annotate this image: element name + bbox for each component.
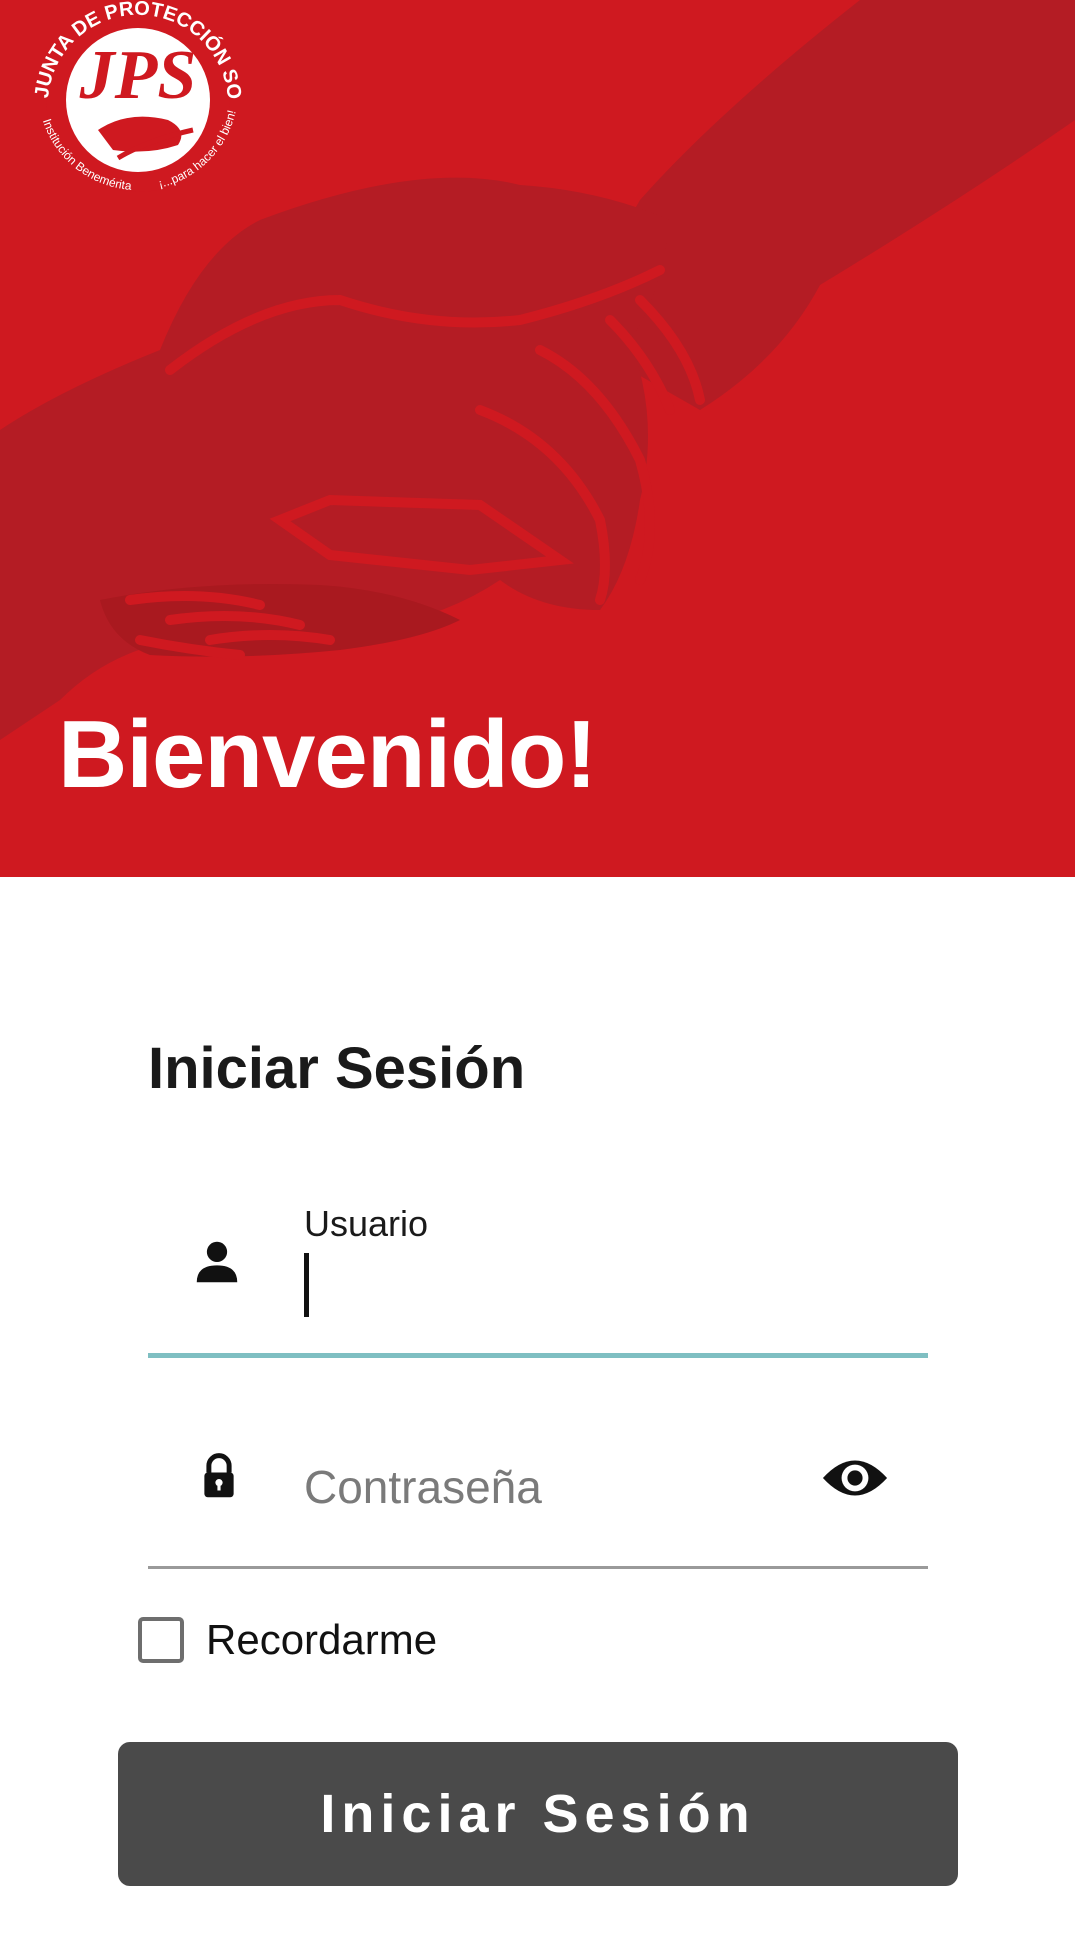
password-input[interactable] [304, 1452, 804, 1522]
svg-text:JPS: JPS [79, 37, 197, 114]
header-banner: JUNTA DE PROTECCIÓN SOCIAL Institución B… [0, 0, 1075, 877]
lock-icon [204, 1453, 234, 1498]
remember-me-label: Recordarme [206, 1616, 438, 1663]
login-button[interactable]: Iniciar Sesión [118, 1742, 958, 1886]
jps-logo-icon: JUNTA DE PROTECCIÓN SOCIAL Institución B… [18, 0, 245, 193]
username-input[interactable] [304, 1257, 884, 1323]
text-cursor [304, 1253, 309, 1317]
password-field[interactable] [148, 1410, 928, 1569]
username-label: Usuario [304, 1203, 429, 1244]
checkbox-box[interactable] [138, 1617, 184, 1663]
username-field[interactable]: Usuario [148, 1185, 928, 1358]
person-icon [196, 1241, 238, 1283]
welcome-heading: Bienvenido! [58, 701, 597, 808]
form-title: Iniciar Sesión [148, 1036, 526, 1101]
eye-icon[interactable] [820, 1450, 890, 1506]
remember-me-checkbox[interactable]: Recordarme [138, 1612, 437, 1668]
login-screen: JUNTA DE PROTECCIÓN SOCIAL Institución B… [0, 0, 1075, 1943]
